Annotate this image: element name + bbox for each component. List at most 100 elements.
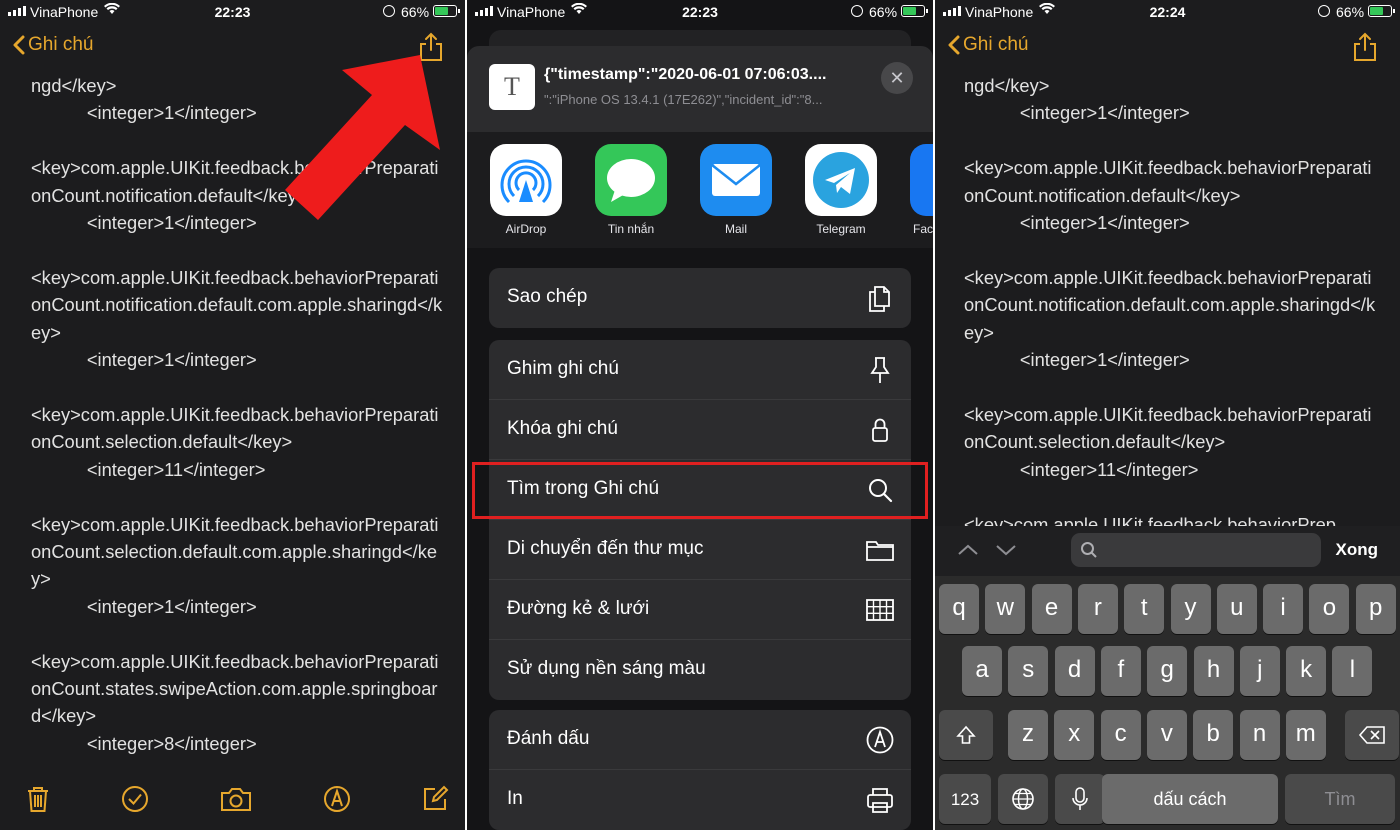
key-y[interactable]: y (1170, 584, 1211, 634)
back-button[interactable]: Ghi chú (947, 34, 1028, 56)
app-label: Mail (724, 222, 747, 236)
app-telegram[interactable]: Telegram (804, 144, 878, 236)
red-highlight-box (472, 462, 928, 519)
chevron-down-icon[interactable] (995, 542, 1017, 558)
key-p[interactable]: p (1355, 584, 1396, 634)
back-label: Ghi chú (963, 34, 1029, 55)
status-bar: VinaPhone 22:23 66% (0, 0, 465, 24)
app-airdrop[interactable]: AirDrop (489, 144, 563, 236)
action-lock-note[interactable]: Khóa ghi chú (489, 400, 911, 460)
key-j[interactable]: j (1239, 646, 1280, 696)
key-u[interactable]: u (1216, 584, 1257, 634)
app-label: AirDrop (505, 222, 547, 236)
pin-icon (870, 357, 890, 383)
document-icon: T (489, 64, 535, 110)
action-copy[interactable]: Sao chép (489, 268, 911, 328)
key-x[interactable]: x (1054, 710, 1095, 760)
key-q[interactable]: q (939, 584, 979, 634)
chevron-left-icon (948, 35, 960, 55)
key-a[interactable]: a (962, 646, 1002, 696)
share-title: {"timestamp":"2020-06-01 07:06:03.... (544, 66, 827, 83)
action-print[interactable]: In (489, 770, 911, 830)
battery-percent: 66% (1336, 4, 1365, 20)
key-s[interactable]: s (1008, 646, 1049, 696)
action-markup[interactable]: Đánh dấu (489, 710, 911, 770)
key-v[interactable]: v (1146, 710, 1187, 760)
app-facebook[interactable]: Fac (909, 144, 933, 236)
key-label: Tìm (1324, 789, 1356, 809)
key-d[interactable]: d (1054, 646, 1095, 696)
globe-icon (1012, 788, 1034, 810)
key-e[interactable]: e (1031, 584, 1072, 634)
key-dictation[interactable] (1055, 774, 1105, 824)
key-b[interactable]: b (1193, 710, 1234, 760)
app-label: Fac (913, 222, 933, 236)
close-icon[interactable]: ✕ (881, 62, 913, 94)
messages-icon (595, 144, 667, 216)
key-m[interactable]: m (1285, 710, 1326, 760)
find-bar: Xong (935, 526, 1400, 576)
share-icon[interactable] (1352, 32, 1378, 62)
key-o[interactable]: o (1309, 584, 1350, 634)
key-w[interactable]: w (985, 584, 1026, 634)
battery-icon (901, 5, 928, 17)
key-space[interactable]: dấu cách (1102, 774, 1278, 824)
back-button[interactable]: Ghi chú (12, 34, 93, 56)
trash-icon[interactable] (24, 785, 52, 813)
markup-icon[interactable] (323, 785, 351, 813)
status-bar: VinaPhone 22:24 66% (935, 0, 1400, 24)
camera-icon[interactable] (220, 785, 252, 813)
notes-screen-find: VinaPhone 22:24 66% Ghi chú ngd</key> <i… (935, 0, 1400, 830)
note-body[interactable]: ngd</key> <integer>1</integer> <key>com.… (964, 72, 1378, 527)
action-light-background[interactable]: Sử dụng nền sáng màu (489, 640, 911, 700)
key-t[interactable]: t (1124, 584, 1165, 634)
telegram-icon (805, 144, 877, 216)
key-n[interactable]: n (1239, 710, 1280, 760)
find-search-input[interactable] (1071, 533, 1321, 567)
delete-key[interactable] (1345, 710, 1399, 760)
notes-toolbar (0, 770, 465, 830)
key-z[interactable]: z (1008, 710, 1048, 760)
action-move-to-folder[interactable]: Di chuyển đến thư mục (489, 520, 911, 580)
battery-percent: 66% (869, 4, 898, 20)
key-c[interactable]: c (1100, 710, 1141, 760)
key-numbers[interactable]: 123 (939, 774, 991, 824)
key-i[interactable]: i (1263, 584, 1304, 634)
app-label: Telegram (816, 222, 866, 236)
key-l[interactable]: l (1332, 646, 1373, 696)
copy-icon (869, 286, 890, 312)
share-apps-row: AirDrop Tin nhắn Mail Telegram Fac (467, 132, 933, 248)
action-label: Khóa ghi chú (507, 418, 618, 439)
red-arrow-annotation (285, 55, 440, 220)
action-label: Ghim ghi chú (507, 358, 619, 379)
key-search[interactable]: Tìm (1285, 774, 1395, 824)
rotation-lock-icon (851, 5, 863, 17)
checklist-icon[interactable] (121, 785, 149, 813)
folder-icon (866, 541, 894, 561)
key-r[interactable]: r (1077, 584, 1118, 634)
rotation-lock-icon (383, 5, 395, 17)
shift-key[interactable] (939, 710, 993, 760)
airdrop-icon (490, 144, 562, 216)
key-f[interactable]: f (1100, 646, 1141, 696)
chevron-up-icon[interactable] (957, 542, 979, 558)
key-k[interactable]: k (1286, 646, 1327, 696)
key-h[interactable]: h (1193, 646, 1234, 696)
action-group-copy: Sao chép (489, 268, 911, 328)
clock: 22:23 (682, 4, 718, 20)
search-icon (1081, 542, 1097, 558)
app-label: Tin nhắn (607, 222, 655, 236)
print-icon (867, 788, 893, 813)
done-button[interactable]: Xong (1336, 540, 1379, 560)
shift-icon (956, 725, 976, 744)
battery-icon (1368, 5, 1395, 17)
share-sheet-screen: VinaPhone 22:23 66% T {"timestamp":"2020… (467, 0, 933, 830)
app-messages[interactable]: Tin nhắn (594, 144, 668, 236)
action-lines-grids[interactable]: Đường kẻ & lưới (489, 580, 911, 640)
action-pin-note[interactable]: Ghim ghi chú (489, 340, 911, 400)
app-mail[interactable]: Mail (699, 144, 773, 236)
key-globe[interactable] (998, 774, 1048, 824)
clock: 22:23 (214, 4, 251, 20)
compose-icon[interactable] (421, 785, 449, 813)
key-g[interactable]: g (1147, 646, 1188, 696)
